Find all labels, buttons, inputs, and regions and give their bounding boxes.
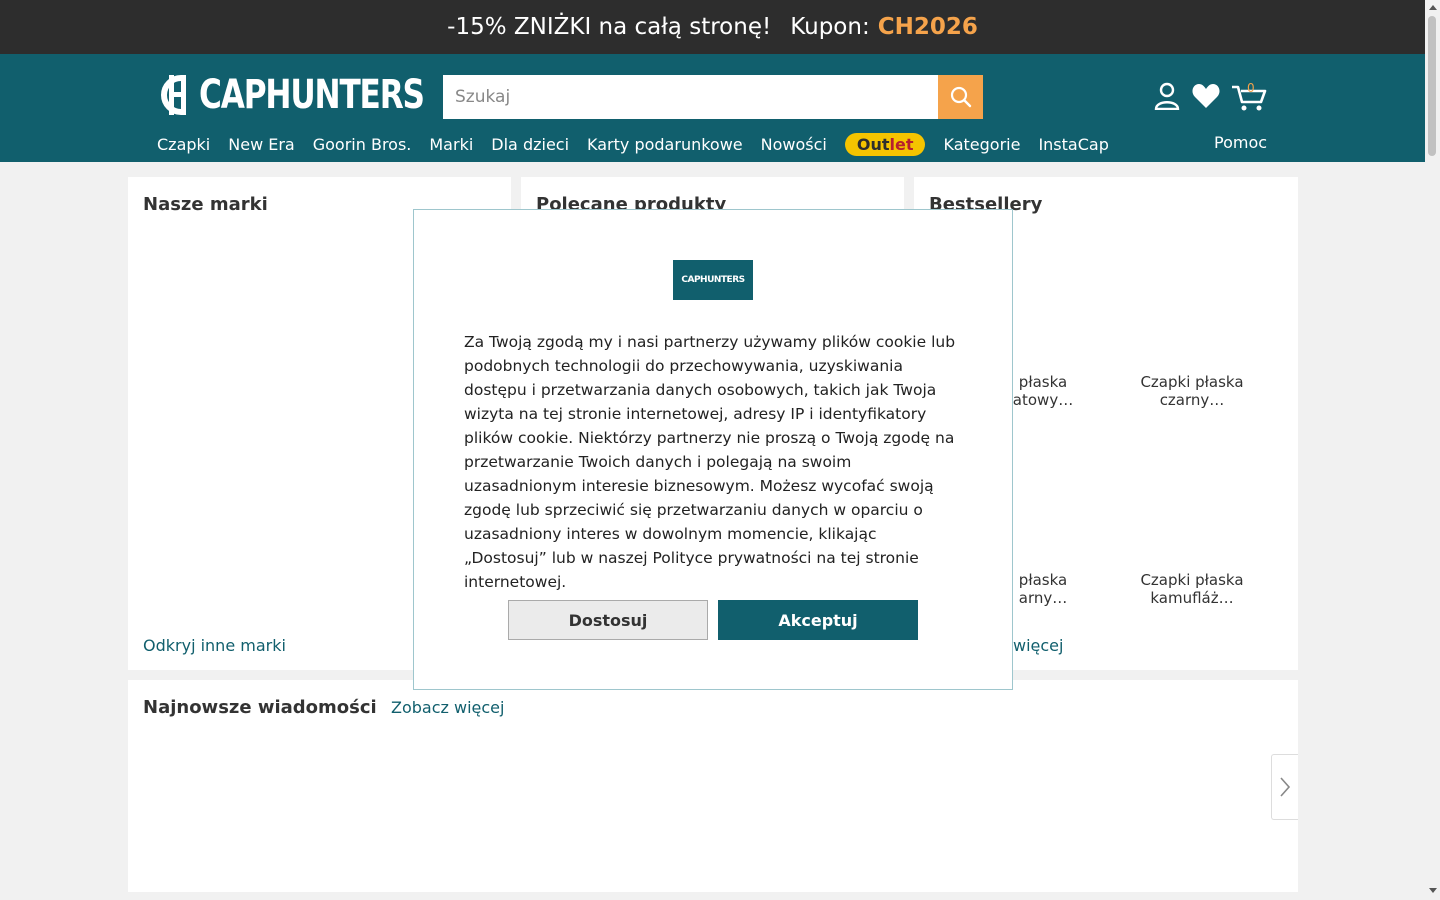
- user-icon: [1154, 82, 1180, 111]
- logo-mark-icon: [161, 75, 186, 115]
- modal-logo: CAPHUNTERS: [673, 260, 753, 300]
- nav-item-nowosci[interactable]: Nowości: [761, 135, 827, 154]
- cart-count-badge: 0: [1247, 81, 1255, 95]
- scroll-up-arrow-icon[interactable]: [1429, 5, 1437, 10]
- search-input[interactable]: [443, 75, 938, 119]
- scrollbar-thumb[interactable]: [1428, 16, 1436, 156]
- product-name-line2: czarny…: [1159, 391, 1225, 409]
- cookie-consent-dialog: CAPHUNTERS Za Twoją zgodą my i nasi part…: [413, 209, 1013, 690]
- page-scrollbar[interactable]: [1425, 0, 1440, 900]
- nav-item-marki[interactable]: Marki: [429, 135, 473, 154]
- product-card[interactable]: Czapki płaska kamufláż…: [1132, 571, 1252, 607]
- nav-item-karty-podarunkowe[interactable]: Karty podarunkowe: [587, 135, 743, 154]
- scroll-down-arrow-icon[interactable]: [1429, 888, 1437, 893]
- outlet-label-b: let: [889, 135, 914, 154]
- site-logo[interactable]: CAPHUNTERS: [157, 71, 487, 119]
- outlet-label-a: Out: [856, 135, 890, 154]
- logo-text: CAPHUNTERS: [199, 72, 425, 118]
- coupon-code: CH2026: [877, 14, 978, 40]
- cookie-consent-text: Za Twoją zgodą my i nasi partnerzy używa…: [464, 333, 956, 591]
- promo-bar: -15% ZNIŻKI na całą stronę! Kupon: CH202…: [0, 0, 1425, 54]
- product-name-line1: Czapki płaska: [1140, 373, 1244, 391]
- chevron-right-icon: [1280, 777, 1291, 797]
- news-title: Najnowsze wiadomości: [143, 697, 377, 718]
- nav-item-new-era[interactable]: New Era: [228, 135, 294, 154]
- nav-item-czapki[interactable]: Czapki: [157, 135, 210, 154]
- news-see-more-link[interactable]: Zobacz więcej: [391, 698, 504, 717]
- wishlist-button[interactable]: [1192, 83, 1220, 113]
- accept-button[interactable]: Akceptuj: [718, 600, 918, 640]
- product-name-line2: kamufláż…: [1150, 589, 1234, 607]
- nav-item-outlet[interactable]: Outlet: [844, 133, 926, 156]
- bestsellers-more-link[interactable]: więcej: [1013, 636, 1063, 655]
- nav-item-instacap[interactable]: InstaCap: [1038, 135, 1108, 154]
- customize-button[interactable]: Dostosuj: [508, 600, 708, 640]
- brands-title: Nasze marki: [143, 194, 268, 215]
- site-header: CAPHUNTERS 0 Czapki New Era Goorin Bros.…: [0, 54, 1425, 162]
- heart-icon: [1192, 84, 1220, 108]
- product-card[interactable]: Czapki płaska czarny…: [1132, 373, 1252, 409]
- main-nav: Czapki New Era Goorin Bros. Marki Dla dz…: [157, 133, 1127, 156]
- search-button[interactable]: [938, 75, 983, 119]
- coupon-label: Kupon:: [790, 14, 870, 40]
- news-card: Najnowsze wiadomości Zobacz więcej: [128, 680, 1298, 892]
- nav-item-goorin-bros[interactable]: Goorin Bros.: [313, 135, 412, 154]
- carousel-next-button[interactable]: [1271, 754, 1298, 820]
- product-name-line1: Czapki płaska: [1140, 571, 1244, 589]
- nav-item-dla-dzieci[interactable]: Dla dzieci: [491, 135, 569, 154]
- help-link[interactable]: Pomoc: [1214, 133, 1267, 152]
- nav-item-kategorie[interactable]: Kategorie: [943, 135, 1020, 154]
- discover-brands-link[interactable]: Odkryj inne marki: [143, 636, 286, 655]
- search-icon: [950, 86, 971, 108]
- account-button[interactable]: [1154, 82, 1180, 114]
- promo-text: -15% ZNIŻKI na całą stronę!: [447, 14, 772, 40]
